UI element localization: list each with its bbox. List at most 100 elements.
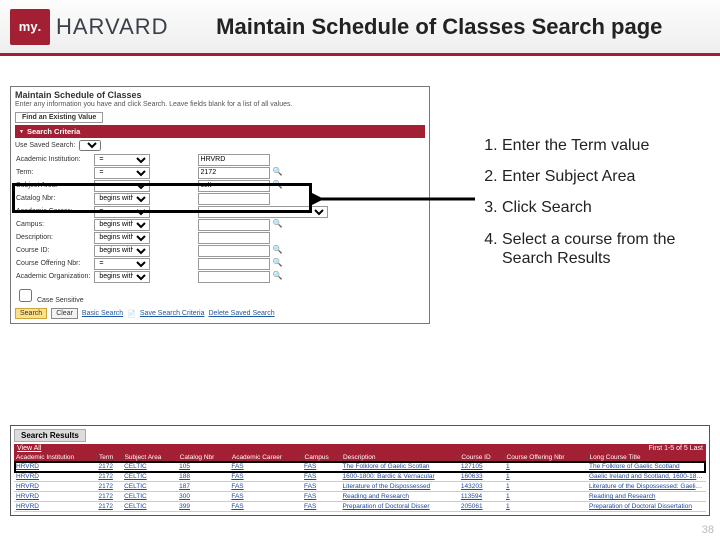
results-cell[interactable]: 300	[177, 492, 229, 502]
results-column-header[interactable]: Catalog Nbr	[177, 453, 229, 462]
results-row[interactable]: HRVRD2172CELTIC105FASFASThe Folklore of …	[14, 462, 706, 472]
results-cell[interactable]: Reading and Research	[587, 492, 706, 502]
lookup-icon[interactable]: 🔍	[273, 271, 283, 280]
results-cell[interactable]: FAS	[302, 462, 340, 472]
results-cell[interactable]: 1	[504, 462, 587, 472]
results-column-header[interactable]: Description	[340, 453, 458, 462]
criteria-operator[interactable]: =	[94, 206, 150, 218]
results-cell[interactable]: FAS	[302, 492, 340, 502]
results-cell[interactable]: FAS	[229, 492, 302, 502]
criteria-value-input[interactable]	[198, 154, 270, 166]
results-cell[interactable]: Preparation of Doctoral Disser	[340, 502, 458, 512]
results-cell[interactable]: HRVRD	[14, 472, 96, 482]
tab-find-existing[interactable]: Find an Existing Value	[15, 112, 103, 123]
criteria-value-input[interactable]	[198, 271, 270, 283]
criteria-operator[interactable]: begins with	[94, 219, 150, 231]
results-column-header[interactable]: Term	[96, 453, 122, 462]
results-column-header[interactable]: Course Offering Nbr	[504, 453, 587, 462]
results-cell[interactable]: FAS	[302, 502, 340, 512]
results-cell[interactable]: HRVRD	[14, 502, 96, 512]
criteria-operator[interactable]: =	[94, 180, 150, 192]
criteria-value-input[interactable]	[198, 245, 270, 257]
results-cell[interactable]: 127105	[459, 462, 504, 472]
case-sensitive-checkbox[interactable]	[19, 289, 32, 302]
results-cell[interactable]: CELTIC	[122, 472, 177, 482]
view-all-link[interactable]: View All	[17, 445, 41, 452]
results-cell[interactable]: Literature of the Dispossessed	[340, 482, 458, 492]
results-cell[interactable]: 1600-1800: Bardic & Vernacular	[340, 472, 458, 482]
results-row[interactable]: HRVRD2172CELTIC188FASFAS1600-1800: Bardi…	[14, 472, 706, 482]
results-cell[interactable]: CELTIC	[122, 502, 177, 512]
results-column-header[interactable]: Academic Career	[229, 453, 302, 462]
results-cell[interactable]: 1	[504, 492, 587, 502]
criteria-operator[interactable]: begins with	[94, 245, 150, 257]
results-cell[interactable]: Preparation of Doctoral Dissertation	[587, 502, 706, 512]
results-cell[interactable]: CELTIC	[122, 482, 177, 492]
criteria-operator[interactable]: =	[94, 154, 150, 166]
results-cell[interactable]: HRVRD	[14, 482, 96, 492]
criteria-operator[interactable]: begins with	[94, 232, 150, 244]
results-row[interactable]: HRVRD2172CELTIC399FASFASPreparation of D…	[14, 502, 706, 512]
results-cell[interactable]: FAS	[302, 472, 340, 482]
results-cell[interactable]: 2172	[96, 492, 122, 502]
results-cell[interactable]: 205061	[459, 502, 504, 512]
basic-search-link[interactable]: Basic Search	[82, 310, 123, 317]
results-cell[interactable]: 105	[177, 462, 229, 472]
results-cell[interactable]: The Folklore of Gaelic Scotland	[587, 462, 706, 472]
results-cell[interactable]: 1	[504, 472, 587, 482]
results-cell[interactable]: CELTIC	[122, 492, 177, 502]
criteria-value-input[interactable]	[198, 193, 270, 205]
criteria-value-select[interactable]	[198, 206, 328, 218]
save-search-link[interactable]: Save Search Criteria	[140, 310, 205, 317]
criteria-value-input[interactable]	[198, 219, 270, 231]
results-cell[interactable]: FAS	[229, 482, 302, 492]
search-criteria-bar[interactable]: ▼ Search Criteria	[15, 125, 425, 138]
lookup-icon[interactable]: 🔍	[273, 219, 283, 228]
delete-search-link[interactable]: Delete Saved Search	[208, 310, 274, 317]
results-cell[interactable]: 113594	[459, 492, 504, 502]
results-cell[interactable]: HRVRD	[14, 492, 96, 502]
criteria-operator[interactable]: =	[94, 258, 150, 270]
results-cell[interactable]: 2172	[96, 482, 122, 492]
results-column-header[interactable]: Campus	[302, 453, 340, 462]
criteria-operator[interactable]: =	[94, 167, 150, 179]
clear-button[interactable]: Clear	[51, 308, 78, 319]
results-cell[interactable]: 399	[177, 502, 229, 512]
results-cell[interactable]: FAS	[229, 472, 302, 482]
results-cell[interactable]: 2172	[96, 472, 122, 482]
results-cell[interactable]: Reading and Research	[340, 492, 458, 502]
lookup-icon[interactable]: 🔍	[273, 245, 283, 254]
lookup-icon[interactable]: 🔍	[273, 180, 283, 189]
results-cell[interactable]: FAS	[302, 482, 340, 492]
criteria-operator[interactable]: begins with	[94, 193, 150, 205]
results-column-header[interactable]: Subject Area	[122, 453, 177, 462]
results-column-header[interactable]: Course ID	[459, 453, 504, 462]
results-cell[interactable]: 160633	[459, 472, 504, 482]
results-cell[interactable]: 2172	[96, 462, 122, 472]
results-cell[interactable]: 1	[504, 482, 587, 492]
criteria-value-input[interactable]	[198, 167, 270, 179]
results-column-header[interactable]: Long Course Title	[587, 453, 706, 462]
results-cell[interactable]: 188	[177, 472, 229, 482]
results-cell[interactable]: Literature of the Dispossessed: Gaelic I…	[587, 482, 706, 492]
lookup-icon[interactable]: 🔍	[273, 258, 283, 267]
results-cell[interactable]: FAS	[229, 462, 302, 472]
results-cell[interactable]: FAS	[229, 502, 302, 512]
results-cell[interactable]: CELTIC	[122, 462, 177, 472]
criteria-value-input[interactable]	[198, 258, 270, 270]
results-row[interactable]: HRVRD2172CELTIC300FASFASReading and Rese…	[14, 492, 706, 502]
search-button[interactable]: Search	[15, 308, 47, 319]
saved-search-select[interactable]	[79, 140, 101, 151]
results-cell[interactable]: Gaelic Ireland and Scotland, 1600-1800	[587, 472, 706, 482]
criteria-value-input[interactable]	[198, 232, 270, 244]
results-cell[interactable]: 1	[504, 502, 587, 512]
results-cell[interactable]: HRVRD	[14, 462, 96, 472]
results-column-header[interactable]: Academic Institution	[14, 453, 96, 462]
results-cell[interactable]: 143203	[459, 482, 504, 492]
results-cell[interactable]: The Folklore of Gaelic Scotlan	[340, 462, 458, 472]
results-cell[interactable]: 187	[177, 482, 229, 492]
lookup-icon[interactable]: 🔍	[273, 167, 283, 176]
criteria-operator[interactable]: begins with	[94, 271, 150, 283]
results-row[interactable]: HRVRD2172CELTIC187FASFASLiterature of th…	[14, 482, 706, 492]
results-cell[interactable]: 2172	[96, 502, 122, 512]
